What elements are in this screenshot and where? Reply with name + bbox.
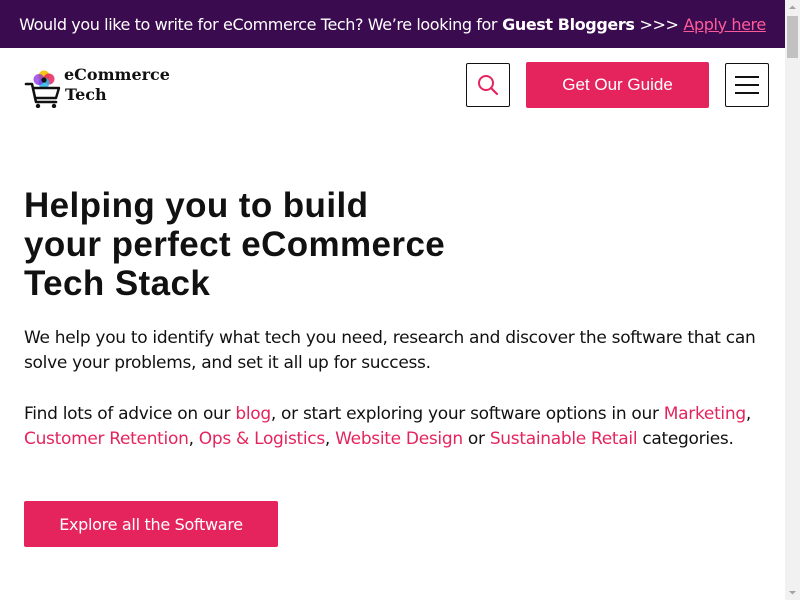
explore-software-button[interactable]: Explore all the Software (24, 501, 278, 547)
site-logo[interactable]: eCommerce Tech (24, 60, 184, 108)
shopping-cart-logo-icon (24, 70, 61, 108)
site-header: eCommerce Tech Get Our Guide (0, 48, 785, 122)
hero-title-line: your perfect eCommerce (24, 225, 446, 264)
hero-title-line: Tech Stack (24, 264, 211, 303)
blog-link[interactable]: blog (235, 404, 271, 424)
marketing-link[interactable]: Marketing (664, 404, 746, 424)
announcement-banner: Would you like to write for eCommerce Te… (0, 0, 785, 48)
text-segment: , (745, 404, 751, 424)
search-button[interactable] (466, 63, 510, 107)
scroll-up-arrow-icon[interactable] (785, 0, 800, 15)
text-segment: , (188, 429, 199, 449)
customer-retention-link[interactable]: Customer Retention (24, 429, 189, 449)
logo-wordmark: eCommerce Tech (64, 65, 170, 105)
text-segment: Find lots of advice on our (24, 404, 236, 424)
text-segment: or (462, 429, 490, 449)
sustainable-retail-link[interactable]: Sustainable Retail (490, 429, 638, 449)
text-segment: categories. (637, 429, 734, 449)
text-segment: , or start exploring your software optio… (270, 404, 664, 424)
logo-line-2: Tech (65, 85, 107, 104)
hamburger-line (735, 84, 759, 86)
hero-title: Helping you to build your perfect eComme… (24, 186, 484, 303)
search-icon (478, 75, 499, 96)
hero-title-line: Helping you to build (24, 186, 369, 225)
apply-here-link[interactable]: Apply here (684, 15, 767, 34)
banner-arrows: >>> (639, 14, 679, 34)
website-design-link[interactable]: Website Design (335, 429, 463, 449)
hamburger-menu-icon (735, 76, 759, 78)
menu-button[interactable] (725, 63, 769, 107)
text-segment: , (324, 429, 336, 449)
ops-logistics-link[interactable]: Ops & Logistics (199, 429, 325, 449)
banner-text: Would you like to write for eCommerce Te… (19, 14, 498, 34)
scrollbar-thumb[interactable] (787, 16, 798, 58)
banner-highlight: Guest Bloggers (502, 14, 635, 34)
hero-categories-paragraph: Find lots of advice on our blog, or star… (24, 402, 764, 452)
hamburger-line (735, 92, 759, 94)
get-our-guide-button[interactable]: Get Our Guide (526, 62, 709, 108)
logo-line-1: eCommerce (64, 65, 170, 84)
scroll-down-arrow-icon[interactable] (785, 585, 800, 600)
vertical-scrollbar[interactable] (785, 0, 800, 600)
hero-description: We help you to identify what tech you ne… (24, 328, 756, 373)
